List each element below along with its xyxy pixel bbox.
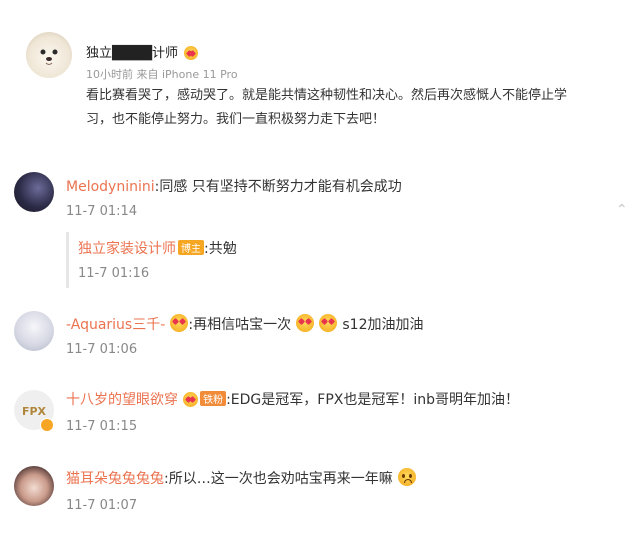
heart-emoji-icon	[184, 46, 199, 60]
comment-time: 11-7 01:15	[66, 419, 138, 434]
reply-row: 独立家装设计师 博主:共勉	[78, 238, 237, 258]
heart-eyes-emoji-icon	[319, 314, 338, 332]
comment-username[interactable]: Melodyninini	[66, 179, 155, 195]
comment-text-suffix: s12加油加油	[342, 317, 424, 333]
iron-fan-badge: 铁粉	[200, 391, 227, 406]
comment-row-1: Melodyninini:同感 只有坚持不断努力才能有机会成功	[66, 176, 402, 196]
comment-time: 11-7 01:06	[66, 342, 138, 357]
post-author-name[interactable]: 独立████计师	[86, 42, 199, 61]
dog-avatar-icon	[40, 49, 58, 65]
pleading-face-emoji-icon	[397, 468, 416, 486]
comment-text: :所以…这一次也会劝咕宝再来一年嘛	[164, 471, 393, 487]
blogger-badge: 博主	[178, 240, 204, 255]
reply-bar	[66, 232, 69, 288]
comment-avatar-aquarius[interactable]	[14, 311, 54, 351]
comment-username[interactable]: -Aquarius三千-	[66, 317, 165, 333]
comment-text: :同感 只有坚持不断努力才能有机会成功	[154, 179, 402, 195]
reply-username[interactable]: 独立家装设计师	[78, 241, 176, 257]
comment-text: :再相信咕宝一次	[188, 317, 292, 333]
post-author-avatar[interactable]	[26, 32, 72, 78]
heart-eyes-emoji-icon	[296, 314, 315, 332]
comment-row-2: -Aquarius三千- :再相信咕宝一次 s12加油加油	[66, 314, 423, 334]
heart-eyes-emoji-icon	[170, 314, 189, 332]
post-text-line-1: 看比赛看哭了，感动哭了。就是能共情这种韧性和决心。然后再次感慨人不能停止学	[86, 88, 568, 103]
svg-text:FPX: FPX	[22, 405, 47, 418]
comment-text: :EDG是冠军，FPX也是冠军！inb哥明年加油！	[226, 392, 520, 408]
comment-username[interactable]: 十八岁的望眼欲穿	[66, 392, 178, 408]
comment-avatar-maoerduo[interactable]	[14, 466, 54, 506]
reply-text: :共勉	[204, 241, 237, 257]
comment-row-4: 猫耳朵兔兔兔兔:所以…这一次也会劝咕宝再来一年嘛	[66, 468, 416, 488]
scroll-indicator-icon[interactable]: ⌃	[616, 202, 628, 218]
comment-time: 11-7 01:07	[66, 498, 138, 513]
post-author-name-text: 独立████计师	[86, 46, 178, 61]
comment-time: 11-7 01:14	[66, 204, 138, 219]
comment-row-3: 十八岁的望眼欲穿 铁粉:EDG是冠军，FPX也是冠军！inb哥明年加油！	[66, 389, 519, 409]
comment-username[interactable]: 猫耳朵兔兔兔兔	[66, 471, 164, 487]
heart-emoji-icon	[183, 392, 199, 407]
post-meta: 10小时前 来自 iPhone 11 Pro	[86, 68, 238, 81]
reply-time: 11-7 01:16	[78, 266, 150, 281]
verified-badge-icon	[40, 418, 54, 432]
comment-avatar-melodyninini[interactable]	[14, 172, 54, 212]
post-text-line-2: 习，也不能停止努力。我们一直积极努力走下去吧！	[86, 112, 386, 127]
